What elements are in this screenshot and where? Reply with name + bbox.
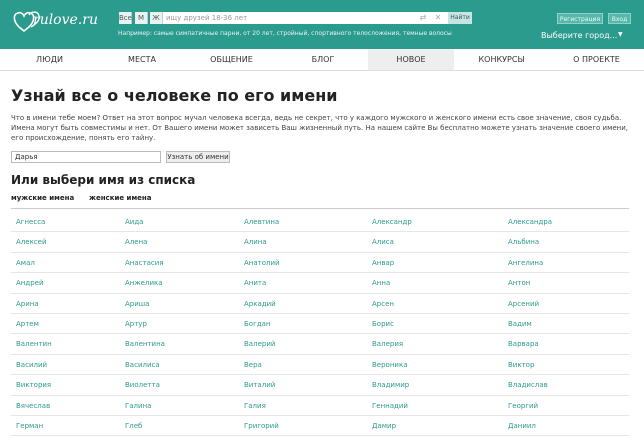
name-link[interactable]: Василиса <box>125 355 160 375</box>
name-link[interactable]: Алена <box>125 232 147 252</box>
search-input[interactable]: ищу друзей 18-36 лет <box>163 12 448 24</box>
find-name-button[interactable]: Узнать об имени <box>166 151 230 163</box>
names-row: Артем Артур Богдан Борис Вадим <box>11 314 629 335</box>
nav-communication[interactable]: ОБЩЕНИЕ <box>185 49 278 70</box>
name-link[interactable]: Герман <box>16 416 43 436</box>
gender-male-button[interactable]: М <box>135 12 148 24</box>
divider <box>11 208 629 209</box>
name-link[interactable]: Валерий <box>244 334 275 354</box>
name-link[interactable]: Алина <box>244 232 267 252</box>
name-link[interactable]: Арсений <box>508 294 539 314</box>
name-link[interactable]: Владислав <box>508 375 548 395</box>
name-link[interactable]: Виолетта <box>125 375 160 395</box>
list-title: Или выбери имя из списка <box>11 173 196 187</box>
name-link[interactable]: Валентин <box>16 334 52 354</box>
name-link[interactable]: Агнесса <box>16 212 45 232</box>
nav-new[interactable]: НОВОЕ <box>368 49 454 70</box>
name-link[interactable]: Арина <box>16 294 39 314</box>
name-link[interactable]: Виктор <box>508 355 534 375</box>
name-link[interactable]: Даниил <box>508 416 536 436</box>
name-link[interactable]: Ангелина <box>508 253 543 273</box>
name-link[interactable]: Валерия <box>372 334 403 354</box>
name-link[interactable]: Вера <box>244 355 262 375</box>
name-link[interactable]: Галина <box>125 396 151 416</box>
names-row: Арина Ариша Аркадий Арсен Арсений <box>11 294 629 314</box>
names-row: Валентин Валентина Валерий Валерия Варва… <box>11 334 629 355</box>
name-link[interactable]: Анастасия <box>125 253 163 273</box>
name-link[interactable]: Галия <box>244 396 266 416</box>
name-link[interactable]: Валентина <box>125 334 165 354</box>
name-link[interactable]: Алиса <box>372 232 394 252</box>
names-row: Виктория Виолетта Виталий Владимир Влади… <box>11 375 629 396</box>
names-row: Алексей Алена Алина Алиса Альбина <box>11 232 629 253</box>
name-input[interactable] <box>11 151 161 163</box>
name-link[interactable]: Георгий <box>508 396 538 416</box>
name-link[interactable]: Алевтина <box>244 212 279 232</box>
clear-icon[interactable]: ✕ <box>432 12 444 24</box>
search-example: Например: самые симпатичные парни, от 20… <box>118 30 452 37</box>
name-link[interactable]: Артур <box>125 314 147 334</box>
name-link[interactable]: Альбина <box>508 232 539 252</box>
name-link[interactable]: Александра <box>508 212 552 232</box>
name-link[interactable]: Анжелика <box>125 273 163 293</box>
name-link[interactable]: Аркадий <box>244 294 276 314</box>
name-link[interactable]: Андрей <box>16 273 44 293</box>
names-row: Герман Глеб Григорий Дамир Даниил <box>11 416 629 437</box>
name-link[interactable]: Аида <box>125 212 143 232</box>
names-grid: Агнесса Аида Алевтина Александр Александ… <box>11 212 629 437</box>
name-link[interactable]: Борис <box>372 314 394 334</box>
name-link[interactable]: Богдан <box>244 314 270 334</box>
logo-text[interactable]: rulove.ru <box>33 12 98 28</box>
names-row: Василий Василиса Вера Вероника Виктор <box>11 355 629 376</box>
name-link[interactable]: Антон <box>508 273 530 293</box>
swap-icon[interactable]: ⇄ <box>417 12 429 24</box>
nav-blog[interactable]: БЛОГ <box>278 49 368 70</box>
gender-female-button[interactable]: Ж <box>150 12 163 24</box>
nav-people[interactable]: ЛЮДИ <box>0 49 99 70</box>
intro-text: Что в имени тебе моем? Ответ на этот воп… <box>11 114 629 142</box>
gender-all-button[interactable]: Все <box>119 12 132 24</box>
name-link[interactable]: Вячеслав <box>16 396 50 416</box>
tab-male-names[interactable]: мужские имена <box>11 194 74 202</box>
name-link[interactable]: Анна <box>372 273 390 293</box>
name-link[interactable]: Василий <box>16 355 47 375</box>
header-bar: rulove.ru Все М Ж ищу друзей 18-36 лет ⇄… <box>0 0 644 49</box>
name-link[interactable]: Алексей <box>16 232 47 252</box>
login-button[interactable]: Вход <box>608 13 631 24</box>
name-link[interactable]: Арсен <box>372 294 394 314</box>
nav-about[interactable]: О ПРОЕКТЕ <box>549 49 644 70</box>
name-link[interactable]: Александр <box>372 212 412 232</box>
names-row: Андрей Анжелика Анита Анна Антон <box>11 273 629 294</box>
name-link[interactable]: Виталий <box>244 375 275 395</box>
name-link[interactable]: Ариша <box>125 294 149 314</box>
name-link[interactable]: Геннадий <box>372 396 408 416</box>
name-link[interactable]: Амал <box>16 253 35 273</box>
nav-contests[interactable]: КОНКУРСЫ <box>454 49 549 70</box>
name-link[interactable]: Артем <box>16 314 39 334</box>
nav-places[interactable]: МЕСТА <box>99 49 185 70</box>
name-link[interactable]: Анатолий <box>244 253 280 273</box>
register-button[interactable]: Регистрация <box>557 13 603 24</box>
names-row: Агнесса Аида Алевтина Александр Александ… <box>11 212 629 233</box>
name-link[interactable]: Анвар <box>372 253 394 273</box>
name-link[interactable]: Виктория <box>16 375 51 395</box>
name-link[interactable]: Дамир <box>372 416 396 436</box>
name-link[interactable]: Анита <box>244 273 266 293</box>
tab-female-names[interactable]: женские имена <box>89 194 151 202</box>
city-select[interactable]: Выберите город... <box>541 31 617 40</box>
main-nav: ЛЮДИ МЕСТА ОБЩЕНИЕ БЛОГ НОВОЕ КОНКУРСЫ О… <box>0 49 644 71</box>
chevron-down-icon[interactable]: ▼ <box>618 31 623 38</box>
names-row: Вячеслав Галина Галия Геннадий Георгий <box>11 396 629 416</box>
name-link[interactable]: Вероника <box>372 355 407 375</box>
name-link[interactable]: Владимир <box>372 375 409 395</box>
page-title: Узнай все о человеке по его имени <box>11 86 338 105</box>
find-button[interactable]: Найти <box>448 12 472 24</box>
name-link[interactable]: Вадим <box>508 314 532 334</box>
names-row: Амал Анастасия Анатолий Анвар Ангелина <box>11 253 629 274</box>
name-link[interactable]: Варвара <box>508 334 539 354</box>
name-link[interactable]: Григорий <box>244 416 279 436</box>
name-link[interactable]: Глеб <box>125 416 142 436</box>
